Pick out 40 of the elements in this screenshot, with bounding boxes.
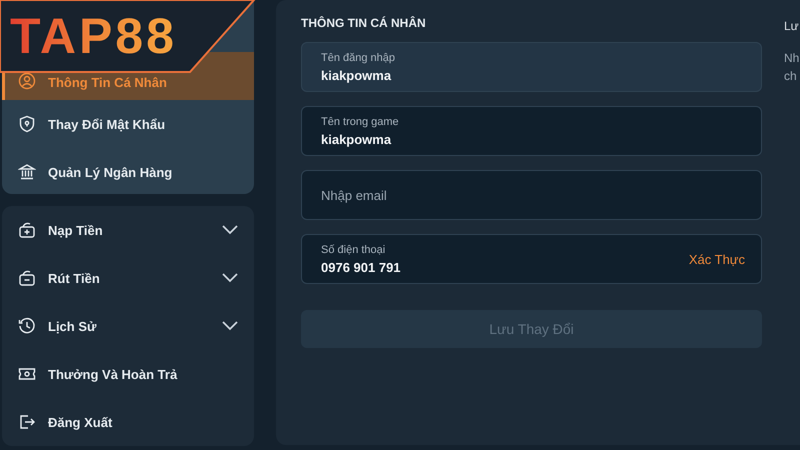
- chevron-down-icon: [222, 321, 238, 331]
- menu-label: Thay Đổi Mật Khẩu: [48, 116, 166, 132]
- note-text: Nh: [784, 51, 800, 65]
- logout-icon: [18, 413, 36, 431]
- menu-item[interactable]: Lịch Sử: [2, 302, 254, 350]
- verify-link[interactable]: Xác Thực: [688, 252, 745, 266]
- input-field[interactable]: Tên trong game kiakpowma: [301, 106, 762, 156]
- field-value: kiakpowma: [321, 132, 392, 146]
- field-value: kiakpowma: [321, 68, 392, 82]
- input-field[interactable]: Số điện thoại 0976 901 791 Xác Thực: [301, 234, 762, 284]
- menu-item[interactable]: Thưởng Và Hoàn Trả: [2, 350, 254, 398]
- menu-item[interactable]: Thay Đổi Mật Khẩu: [2, 100, 254, 148]
- note-text: ch: [784, 69, 798, 83]
- shield-icon: [18, 115, 36, 133]
- menu-label: Thông Tin Cá Nhân: [48, 75, 167, 90]
- menu-item[interactable]: Đăng Xuất: [2, 398, 254, 446]
- user-icon: [18, 72, 36, 90]
- field-label: Số điện thoại: [321, 244, 386, 256]
- bank-icon: [18, 163, 36, 181]
- history-icon: [18, 317, 36, 335]
- field-label: Tên đăng nhập: [321, 52, 396, 64]
- menu-label: Nạp Tiền: [48, 222, 103, 238]
- section-title: THÔNG TIN CÁ NHÂN: [301, 16, 427, 30]
- withdraw-icon: [18, 269, 36, 287]
- menu-label: Quản Lý Ngân Hàng: [48, 164, 172, 180]
- menu-label: Thưởng Và Hoàn Trả: [48, 366, 178, 382]
- menu-item[interactable]: Quản Lý Ngân Hàng: [2, 148, 254, 196]
- chevron-down-icon: [222, 225, 238, 235]
- note-title: Lư: [784, 19, 800, 33]
- deposit-icon: [18, 221, 36, 239]
- field-label: Tên trong game: [321, 116, 400, 128]
- menu-label: Lịch Sử: [48, 318, 96, 334]
- menu-item[interactable]: Rút Tiền: [2, 254, 254, 302]
- menu-item[interactable]: Nạp Tiền: [2, 206, 254, 254]
- input-field[interactable]: Nhập email: [301, 170, 762, 220]
- menu-label: Đăng Xuất: [48, 414, 112, 430]
- chevron-down-icon: [222, 273, 238, 283]
- menu-label: Rút Tiền: [48, 270, 100, 286]
- field-placeholder: Nhập email: [321, 188, 388, 202]
- field-value: 0976 901 791: [321, 260, 402, 274]
